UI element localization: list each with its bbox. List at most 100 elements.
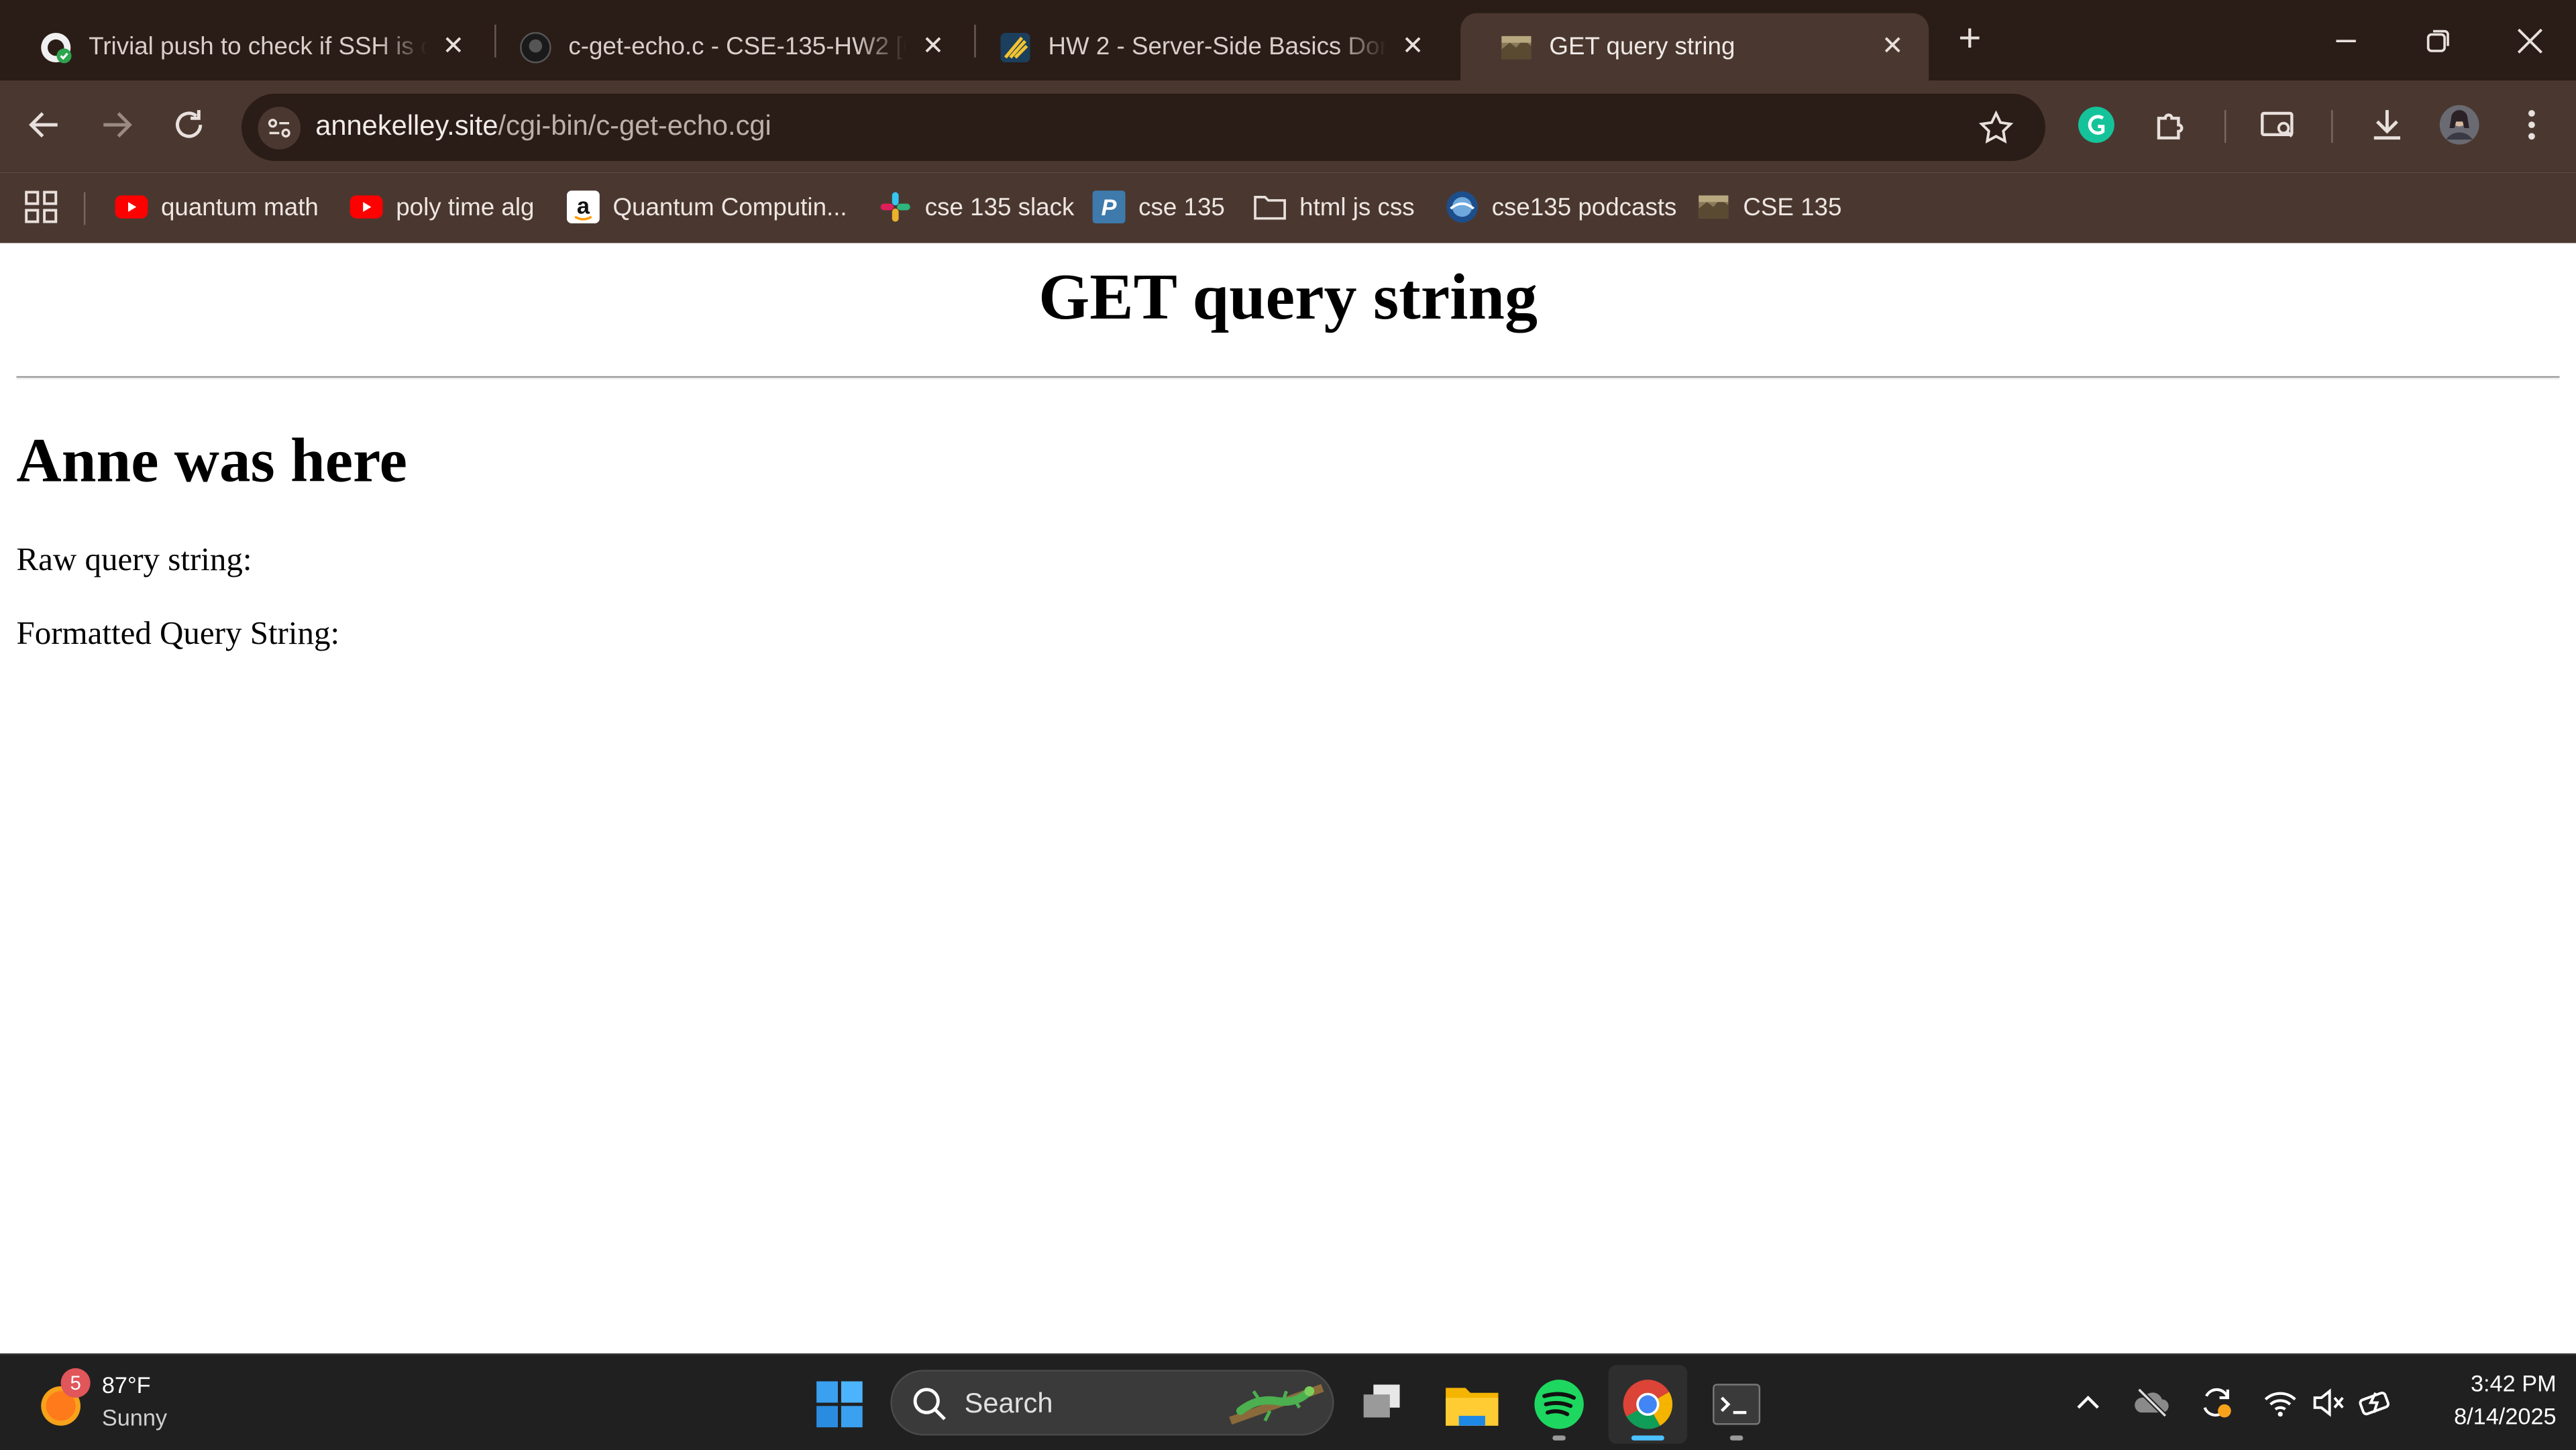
apps-grid-icon[interactable] [23,189,59,225]
bookmark-label: poly time alg [396,192,535,221]
piazza-icon: P [1092,190,1126,224]
url-path: /cgi-bin/c-get-echo.cgi [498,110,771,142]
spotify-icon[interactable] [1526,1372,1592,1437]
bookmark-label: Quantum Computin... [612,192,847,221]
github-check-icon [41,32,72,63]
raw-query-label: Raw query string: [16,542,252,579]
bookmark-star-icon[interactable] [1976,109,2016,148]
close-icon[interactable]: ✕ [1400,33,1426,60]
sync-icon[interactable] [2196,1383,2236,1423]
browser-toolbar: annekelley.site/cgi-bin/c-get-echo.cgi [0,80,2576,173]
grammarly-icon[interactable] [2075,103,2118,146]
tab-github-commit[interactable]: Trivial push to check if SSH is co ✕ [0,13,490,80]
bookmark-cse135-site[interactable]: CSE 135 [1697,190,1842,223]
volume-muted-icon[interactable] [2308,1383,2348,1423]
bookmark-poly-time-alg[interactable]: poly time alg [350,190,535,223]
search-placeholder: Search [964,1388,1053,1419]
toolbar-separator [2224,110,2226,144]
github-icon [520,31,551,63]
page-title: GET query string [1038,259,1538,334]
bookmarks-bar: quantum math poly time alg a Quantum Com… [0,172,2576,243]
folder-icon [1254,196,1286,220]
bookmark-html-js-css[interactable]: html js css [1254,190,1415,223]
chrome-icon[interactable] [1615,1372,1680,1437]
bookmark-cse135-slack[interactable]: cse 135 slack [879,190,1074,223]
course-pencil-icon [1000,32,1030,62]
svg-text:P: P [1102,195,1117,221]
running-indicator [1729,1435,1743,1441]
horizontal-rule [16,376,2560,380]
site-info-icon[interactable] [258,107,301,150]
task-view-icon[interactable] [1350,1372,1416,1437]
tab-get-query-string[interactable]: GET query string ✕ [1460,13,1929,81]
bookmark-label: html js css [1299,192,1415,221]
forward-icon[interactable] [95,103,138,146]
close-icon[interactable]: ✕ [1880,33,1906,60]
tab-github-file[interactable]: c-get-echo.c - CSE-135-HW2 [C ✕ [480,13,969,80]
bookmark-label: cse 135 slack [924,192,1075,221]
tab-title: HW 2 - Server-Side Basics Done [1048,32,1387,61]
tab-strip: Trivial push to check if SSH is co ✕ c-g… [0,0,2576,81]
screen-search-icon[interactable] [2257,103,2300,146]
slack-icon [880,192,910,222]
bookmarks-separator [83,192,86,225]
taskbar-search[interactable]: Search [890,1370,1334,1436]
restore-icon[interactable] [2416,19,2459,62]
page-subheading: Anne was here [16,427,408,496]
site-favicon [1501,35,1532,58]
tab-title: Trivial push to check if SSH is co [89,32,427,61]
tab-assignment[interactable]: HW 2 - Server-Side Basics Done ✕ [959,13,1449,80]
bookmark-quantum-math[interactable]: quantum math [115,190,319,223]
toolbar-separator [2331,110,2333,144]
bookmark-cse135[interactable]: P cse 135 [1092,190,1225,224]
avatar[interactable] [2438,103,2481,146]
menu-icon[interactable] [2510,103,2553,146]
weather-temp: 87°F [101,1371,151,1398]
file-explorer-icon[interactable] [1439,1372,1505,1437]
terminal-icon[interactable] [1704,1372,1770,1437]
weather-condition: Sunny [101,1404,168,1431]
reload-icon[interactable] [168,103,211,146]
podcast-icon [1446,191,1478,223]
amazon-icon: a [566,190,600,224]
gecko-illustration-icon [1229,1384,1324,1425]
bookmark-label: quantum math [161,192,319,221]
close-icon[interactable]: ✕ [440,33,466,60]
extensions-icon[interactable] [2151,103,2194,146]
youtube-icon [115,195,148,219]
notification-badge: 5 [60,1368,91,1398]
download-icon[interactable] [2366,103,2409,146]
back-icon[interactable] [23,103,66,146]
youtube-icon [350,195,383,219]
svg-text:a: a [577,193,590,219]
onedrive-offline-icon[interactable] [2133,1383,2172,1423]
minimize-icon[interactable] [2324,19,2367,62]
bookmark-quantum-computing[interactable]: a Quantum Computin... [566,190,847,224]
site-favicon [1699,195,1729,219]
url-text[interactable]: annekelley.site/cgi-bin/c-get-echo.cgi [315,110,771,143]
bookmark-cse135-podcasts[interactable]: cse135 podcasts [1446,190,1676,223]
taskbar: 5 87°F Sunny Search 3:42 PM 8/14/2025 [0,1353,2576,1450]
tab-title: c-get-echo.c - CSE-135-HW2 [C [568,32,907,61]
clock-date[interactable]: 8/14/2025 [2415,1402,2557,1429]
wifi-icon[interactable] [2261,1383,2300,1423]
clock-time[interactable]: 3:42 PM [2415,1370,2557,1396]
url-domain: annekelley.site [315,110,498,142]
tab-title: GET query string [1549,32,1735,61]
bookmark-label: cse 135 [1138,192,1225,221]
window-close-icon[interactable] [2509,19,2552,62]
close-icon[interactable]: ✕ [920,33,946,60]
new-tab-button[interactable]: + [1949,19,1992,62]
address-bar[interactable]: annekelley.site/cgi-bin/c-get-echo.cgi [241,93,2046,162]
running-indicator [1552,1435,1566,1441]
search-icon [913,1388,946,1420]
weather-widget[interactable]: 5 87°F Sunny [23,1368,236,1437]
bookmark-label: cse135 podcasts [1491,192,1677,221]
start-icon[interactable] [806,1372,872,1437]
active-indicator [1631,1435,1664,1441]
bookmark-label: CSE 135 [1743,192,1842,221]
formatted-query-label: Formatted Query String: [16,616,340,653]
page-content: GET query string Anne was here Raw query… [0,243,2576,1353]
battery-charging-icon[interactable] [2356,1383,2396,1423]
chevron-up-icon[interactable] [2068,1383,2108,1423]
